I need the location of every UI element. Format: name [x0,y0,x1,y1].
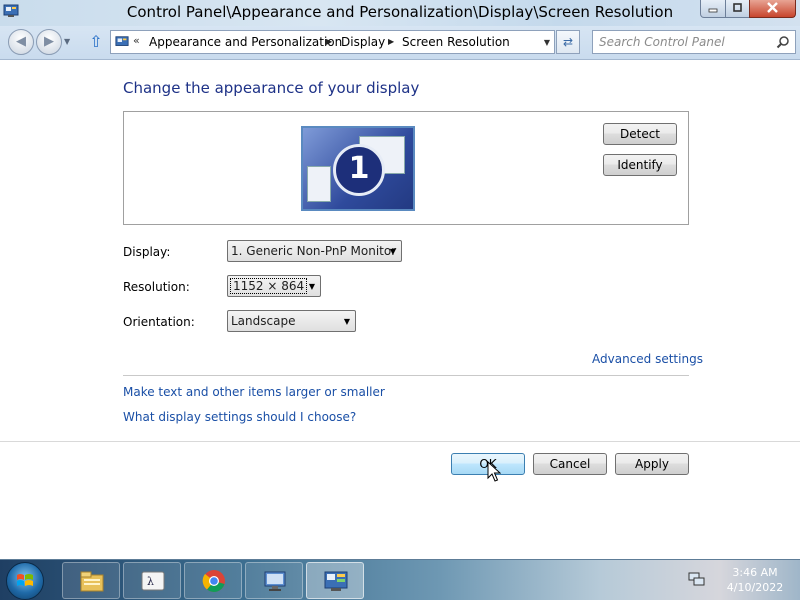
taskbar-file-explorer[interactable] [62,562,120,599]
display-label: Display: [123,245,171,259]
system-clock[interactable]: 3:46 AM 4/10/2022 [714,565,796,595]
taskbar-chrome[interactable] [184,562,242,599]
search-box[interactable] [592,30,796,54]
taskbar-language-bar[interactable]: λ [123,562,181,599]
forward-arrow-icon: ▶ [44,34,54,49]
breadcrumb-appearance[interactable]: Appearance and Personalization [149,35,342,49]
breadcrumb-overflow-icon[interactable]: « [133,34,140,47]
start-button[interactable] [6,562,44,600]
identify-button[interactable]: Identify [603,154,677,176]
network-icon[interactable] [688,571,706,587]
breadcrumb-display[interactable]: Display [341,35,385,49]
refresh-button[interactable]: ⇄ [556,30,580,54]
taskbar: λ 3:46 AM 4/10/2022 [0,559,800,600]
orientation-dropdown[interactable]: Landscape ▼ [227,310,356,332]
recent-pages-dropdown-icon[interactable]: ▼ [64,37,70,46]
mouse-pointer-icon [487,461,501,482]
display-dropdown[interactable]: 1. Generic Non-PnP Monitor ▼ [227,240,402,262]
search-icon[interactable] [776,35,790,49]
file-explorer-icon [80,571,104,592]
display-dropdown-value: 1. Generic Non-PnP Monitor [231,244,397,258]
minimize-icon [708,8,718,13]
windows-logo-icon [17,574,33,586]
cancel-button[interactable]: Cancel [533,453,607,475]
search-input[interactable] [599,34,769,50]
chrome-icon [202,570,225,592]
breadcrumb-screen-resolution[interactable]: Screen Resolution [402,35,510,49]
chevron-down-icon: ▼ [343,317,350,326]
close-icon [767,2,778,13]
back-arrow-icon: ◀ [16,34,26,49]
control-panel-icon [324,571,348,591]
display-settings-icon [264,571,286,591]
forward-button[interactable]: ▶ [36,29,62,55]
advanced-settings-link[interactable]: Advanced settings [592,352,703,366]
minimize-button[interactable] [700,0,726,18]
refresh-icon: ⇄ [562,35,574,49]
orientation-dropdown-value: Landscape [231,314,296,328]
taskbar-display-settings[interactable] [245,562,303,599]
monitor-window-thumbnail [307,166,331,202]
address-dropdown-icon[interactable]: ▼ [544,38,550,47]
chevron-down-icon: ▼ [389,247,396,256]
text-size-link[interactable]: Make text and other items larger or smal… [123,385,385,399]
language-bar-icon: λ [141,571,165,591]
taskbar-control-panel[interactable] [306,562,364,599]
page-title: Change the appearance of your display [123,79,420,97]
breadcrumb-separator-icon[interactable]: ▶ [326,37,332,46]
control-panel-icon [115,36,129,46]
detect-button[interactable]: Detect [603,123,677,145]
monitor-1-thumbnail[interactable]: 1 [301,126,415,211]
address-bar[interactable]: « Appearance and Personalization ▶ Displ… [110,30,555,54]
content-area: Change the appearance of your display 1 … [0,61,800,559]
resolution-dropdown-value: 1152 × 864 [230,278,308,294]
breadcrumb-separator-icon[interactable]: ▶ [388,37,394,46]
restore-icon [733,3,742,12]
divider [123,375,689,376]
up-level-icon[interactable]: ⇧ [86,31,106,53]
clock-date: 4/10/2022 [726,581,784,594]
monitor-number-badge: 1 [333,144,385,196]
navigation-bar: ◀ ▶ ▼ ⇧ « Appearance and Personalization… [0,26,800,60]
clock-time: 3:46 AM [732,566,778,579]
resolution-label: Resolution: [123,280,190,294]
system-tray: 3:46 AM 4/10/2022 [688,560,800,600]
orientation-label: Orientation: [123,315,195,329]
close-button[interactable] [749,0,796,18]
apply-button[interactable]: Apply [615,453,689,475]
chevron-down-icon: ▼ [308,282,315,291]
monitor-preview-panel: 1 Detect Identify [123,111,689,225]
resolution-dropdown[interactable]: 1152 × 864 ▼ [227,275,321,297]
svg-text:λ: λ [147,575,154,588]
divider [0,441,800,442]
window-title: Control Panel\Appearance and Personaliza… [126,3,674,21]
title-bar: Control Panel\Appearance and Personaliza… [0,0,800,26]
back-button[interactable]: ◀ [8,29,34,55]
display-help-link[interactable]: What display settings should I choose? [123,410,356,424]
restore-button[interactable] [725,0,750,18]
